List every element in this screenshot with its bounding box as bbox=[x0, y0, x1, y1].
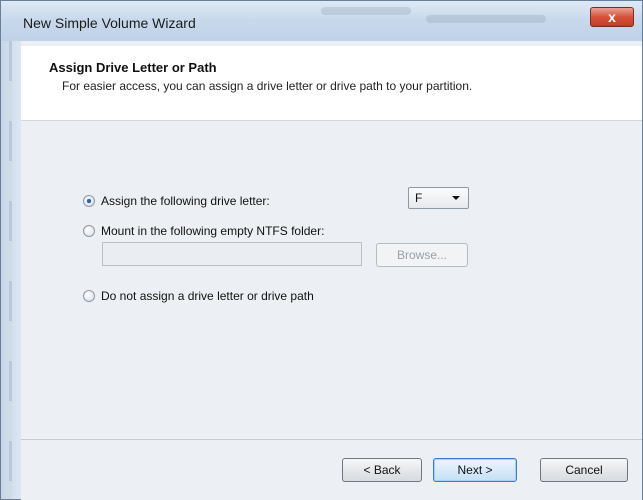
title-bar[interactable]: New Simple Volume Wizard x bbox=[1, 1, 642, 41]
drive-letter-value: F bbox=[415, 191, 423, 205]
assign-letter-radio[interactable] bbox=[83, 195, 95, 207]
assign-letter-label: Assign the following drive letter: bbox=[101, 194, 270, 208]
no-assign-option[interactable]: Do not assign a drive letter or drive pa… bbox=[83, 289, 314, 303]
window-title: New Simple Volume Wizard bbox=[23, 15, 196, 31]
browse-button[interactable]: Browse... bbox=[376, 243, 468, 267]
next-button[interactable]: Next > bbox=[433, 458, 517, 482]
background-blur bbox=[321, 7, 411, 15]
wizard-window: New Simple Volume Wizard x Assign Drive … bbox=[0, 0, 643, 500]
wizard-header: Assign Drive Letter or Path For easier a… bbox=[21, 46, 642, 121]
mount-folder-radio[interactable] bbox=[83, 225, 95, 237]
dropdown-arrow-icon bbox=[452, 196, 460, 200]
assign-letter-option[interactable]: Assign the following drive letter: bbox=[83, 194, 270, 208]
mount-folder-option[interactable]: Mount in the following empty NTFS folder… bbox=[83, 224, 324, 238]
folder-path-input[interactable] bbox=[102, 242, 362, 266]
close-icon: x bbox=[608, 9, 616, 25]
no-assign-label: Do not assign a drive letter or drive pa… bbox=[101, 289, 314, 303]
back-button[interactable]: < Back bbox=[342, 458, 422, 482]
page-description: For easier access, you can assign a driv… bbox=[62, 79, 473, 93]
background-blur bbox=[426, 15, 546, 23]
no-assign-radio[interactable] bbox=[83, 290, 95, 302]
wizard-content: Assign the following drive letter: F Mou… bbox=[21, 121, 642, 439]
mount-folder-label: Mount in the following empty NTFS folder… bbox=[101, 224, 325, 238]
wizard-footer: < Back Next > Cancel bbox=[21, 439, 642, 500]
drive-letter-dropdown[interactable]: F bbox=[408, 187, 469, 209]
page-title: Assign Drive Letter or Path bbox=[49, 60, 217, 75]
window-frame-left bbox=[1, 41, 21, 499]
cancel-button[interactable]: Cancel bbox=[540, 458, 628, 482]
close-button[interactable]: x bbox=[590, 7, 634, 27]
